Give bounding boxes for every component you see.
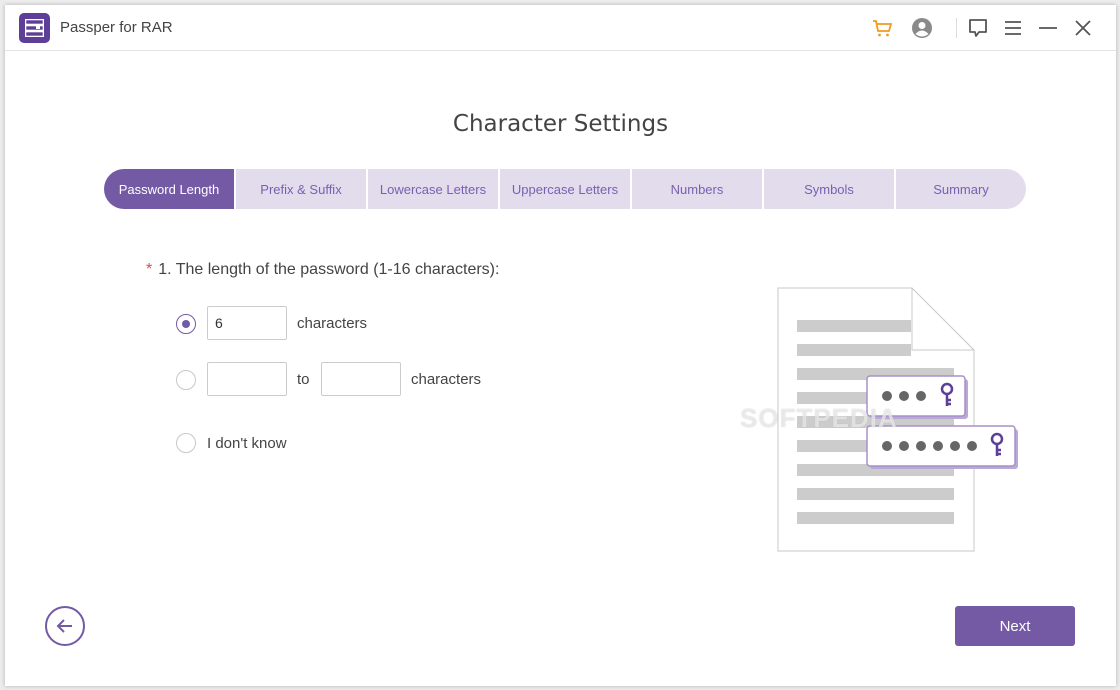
tab-symbols[interactable]: Symbols	[764, 169, 894, 209]
tab-uppercase-letters[interactable]: Uppercase Letters	[500, 169, 630, 209]
account-icon[interactable]	[910, 16, 934, 40]
menu-icon[interactable]	[1001, 16, 1025, 40]
app-window: Passper for RAR Character Settings Passw…	[5, 5, 1116, 686]
range-from-input[interactable]	[207, 362, 287, 396]
back-button[interactable]	[45, 606, 85, 646]
tab-password-length[interactable]: Password Length	[104, 169, 234, 209]
password-dot	[916, 441, 926, 451]
range-to-input[interactable]	[321, 362, 401, 396]
range-to-label: to	[297, 371, 310, 388]
tab-prefix-suffix[interactable]: Prefix & Suffix	[236, 169, 366, 209]
password-dot	[899, 441, 909, 451]
next-button[interactable]: Next	[955, 606, 1075, 646]
question-label: * 1. The length of the password (1-16 cha…	[146, 261, 499, 279]
radio-unknown-length[interactable]	[176, 433, 196, 453]
password-dot	[950, 441, 960, 451]
titlebar: Passper for RAR	[5, 5, 1116, 51]
archive-icon	[19, 13, 50, 43]
password-dot	[916, 391, 926, 401]
tab-lowercase-letters[interactable]: Lowercase Letters	[368, 169, 498, 209]
question-text: 1. The length of the password (1-16 char…	[158, 261, 500, 278]
password-dot	[899, 391, 909, 401]
required-mark: *	[146, 261, 153, 278]
password-dot	[882, 441, 892, 451]
password-dot	[882, 391, 892, 401]
feedback-icon[interactable]	[966, 16, 990, 40]
page-title: Character Settings	[452, 111, 669, 137]
tab-summary[interactable]: Summary	[896, 169, 1026, 209]
exact-length-suffix: characters	[297, 315, 368, 332]
watermark: SOFTPEDIA	[740, 403, 898, 433]
minimize-icon[interactable]	[1036, 16, 1060, 40]
range-suffix: characters	[411, 371, 482, 388]
radio-length-range[interactable]	[176, 370, 196, 390]
exact-length-input[interactable]	[207, 306, 287, 340]
arrow-left-icon	[56, 619, 72, 633]
tab-numbers[interactable]: Numbers	[632, 169, 762, 209]
password-dot	[933, 441, 943, 451]
app-title: Passper for RAR	[60, 19, 173, 36]
close-icon[interactable]	[1071, 16, 1095, 40]
unknown-length-label: I don't know	[207, 435, 287, 452]
titlebar-divider	[956, 18, 957, 38]
cart-icon[interactable]	[871, 16, 895, 40]
radio-exact-length[interactable]	[176, 314, 196, 334]
password-dot	[967, 441, 977, 451]
step-tabs: Password Length Prefix & Suffix Lowercas…	[104, 169, 1026, 209]
